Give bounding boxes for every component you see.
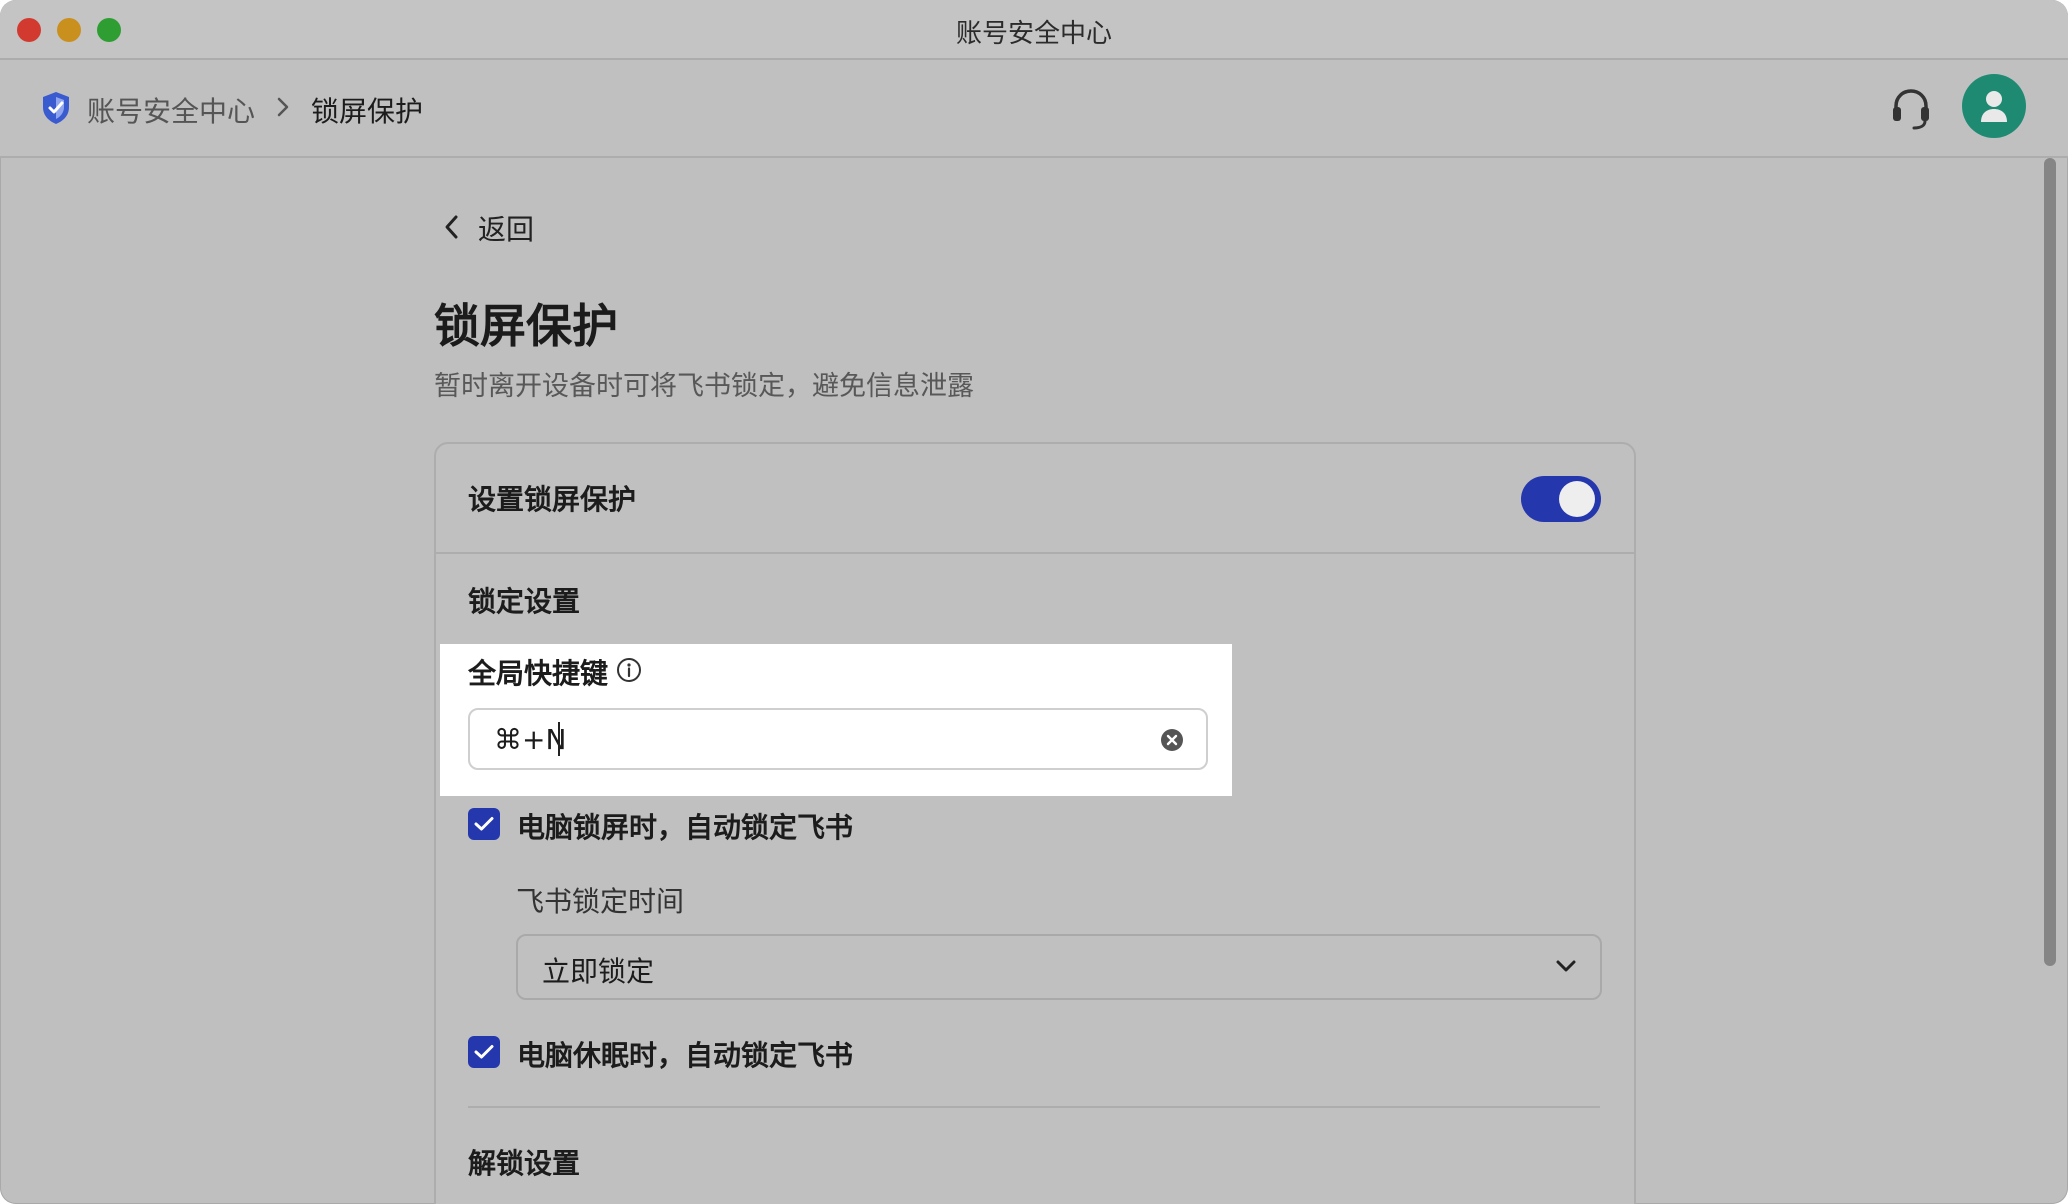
- toggle-knob: [1559, 481, 1595, 517]
- lock-protection-label: 设置锁屏保护: [468, 483, 637, 516]
- lock-on-sleep-checkbox[interactable]: [468, 1036, 500, 1068]
- unlock-settings-heading: 解锁设置: [468, 1147, 581, 1180]
- scrollbar-thumb[interactable]: [2044, 158, 2056, 966]
- user-avatar[interactable]: [1962, 74, 2026, 138]
- section-divider: [468, 1106, 1600, 1108]
- shortcut-value: ⌘+N: [494, 723, 567, 756]
- headset-support-icon[interactable]: [1890, 86, 1932, 132]
- lock-on-screen-lock-label: 电脑锁屏时，自动锁定飞书: [517, 811, 854, 844]
- checkmark-icon: [474, 1045, 494, 1059]
- user-icon: [1981, 91, 2007, 122]
- card-divider: [436, 552, 1634, 554]
- page-description: 暂时离开设备时可将飞书锁定，避免信息泄露: [434, 371, 974, 402]
- checkmark-icon: [474, 817, 494, 831]
- lock-protection-toggle[interactable]: [1521, 476, 1601, 522]
- clear-icon[interactable]: [1160, 728, 1184, 752]
- shield-icon: [40, 90, 72, 126]
- window-title: 账号安全中心: [955, 19, 1112, 49]
- back-label: 返回: [478, 213, 535, 246]
- page-header: 账号安全中心 锁屏保护: [0, 60, 2068, 158]
- app-window: 账号安全中心 账号安全中心 锁屏保护 返回 锁屏保护 暂时离开设备时可将飞书锁定…: [0, 0, 2068, 1204]
- page-title: 锁屏保护: [434, 299, 618, 353]
- shortcut-input[interactable]: ⌘+N: [468, 708, 1208, 770]
- text-caret: [558, 722, 560, 756]
- lock-on-screen-lock-checkbox[interactable]: [468, 808, 500, 840]
- breadcrumb-current: 锁屏保护: [311, 95, 424, 128]
- chevron-left-icon: [445, 215, 458, 239]
- chevron-down-icon: [1556, 960, 1576, 972]
- shortcut-label: 全局快捷键: [468, 657, 609, 690]
- lock-time-label: 飞书锁定时间: [516, 885, 685, 918]
- lock-time-selected-value: 立即锁定: [542, 955, 655, 988]
- breadcrumb-root-link[interactable]: 账号安全中心: [87, 90, 255, 130]
- chevron-right-icon: [272, 92, 294, 122]
- lock-time-select[interactable]: 立即锁定: [516, 934, 1602, 1000]
- info-icon[interactable]: [616, 657, 642, 683]
- lock-settings-heading: 锁定设置: [468, 585, 581, 618]
- lock-on-sleep-label: 电脑休眠时，自动锁定飞书: [517, 1039, 854, 1072]
- title-bar: 账号安全中心: [0, 0, 2068, 60]
